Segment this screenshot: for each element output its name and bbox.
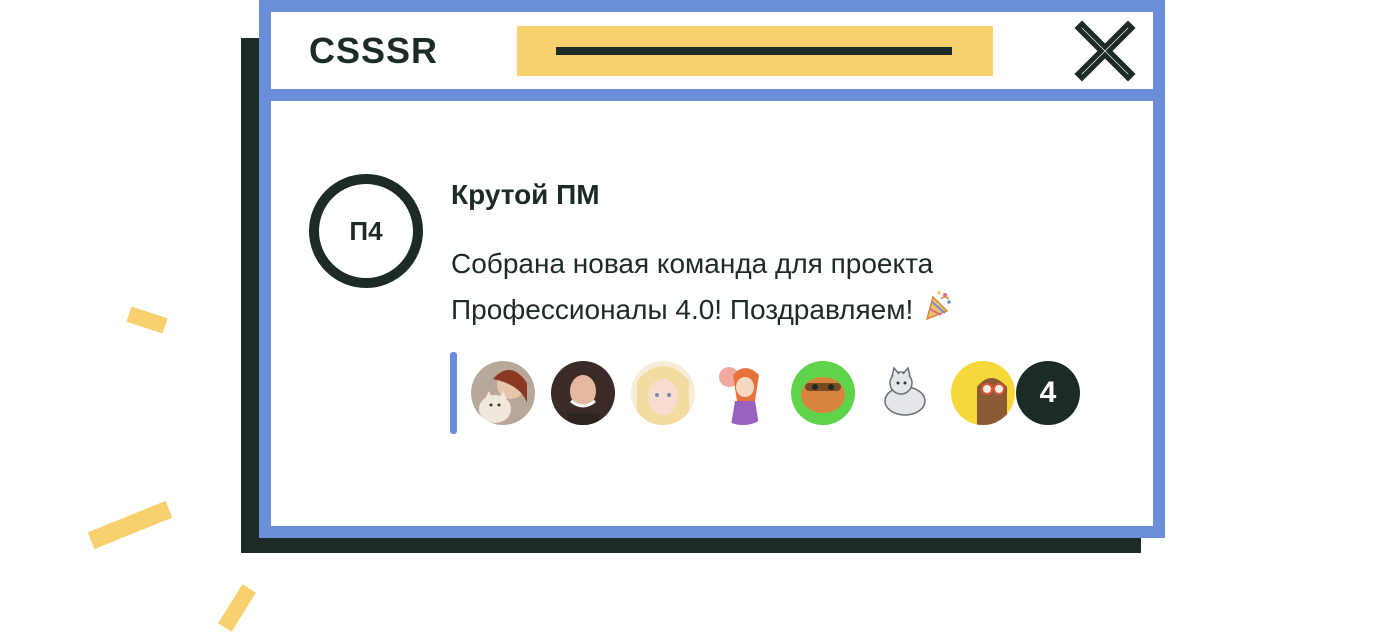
address-bar-line <box>556 47 952 55</box>
avatar-cartoon-cat <box>871 361 935 425</box>
author-name[interactable]: Крутой ПМ <box>451 179 600 211</box>
confetti-strip <box>87 500 173 550</box>
member-avatar[interactable] <box>871 361 935 425</box>
avatar-cartoon-capybara <box>791 361 855 425</box>
close-button[interactable] <box>1074 20 1136 82</box>
avatar-woman-blonde <box>631 361 695 425</box>
message-text: Собрана новая команда для проекта Профес… <box>451 241 1071 335</box>
member-avatar[interactable] <box>471 361 535 425</box>
party-popper-icon <box>921 289 953 335</box>
member-avatar[interactable] <box>551 361 615 425</box>
group-avatar[interactable]: П4 <box>309 174 423 288</box>
member-list-accent-bar <box>450 352 457 434</box>
avatar-woman-cat <box>471 361 535 425</box>
avatar-woman-dark-hair <box>551 361 615 425</box>
message-line: Собрана новая команда для проекта <box>451 248 934 279</box>
member-avatar[interactable] <box>791 361 855 425</box>
avatar-cartoon-mouse <box>711 361 775 425</box>
confetti-strip <box>218 584 256 632</box>
message-line: Профессионалы 4.0! Поздравляем! <box>451 287 1071 335</box>
avatar-cartoon-bear <box>951 361 1015 425</box>
member-avatar[interactable] <box>951 361 1015 425</box>
csssr-logo: CSSSR <box>309 30 439 71</box>
more-members-count[interactable]: 4 <box>1016 361 1080 425</box>
member-avatar[interactable] <box>711 361 775 425</box>
group-avatar-text: П4 <box>349 215 383 246</box>
title-bar: CSSSR <box>271 12 1153 89</box>
confetti-strip <box>126 306 168 334</box>
message-panel: П4 Крутой ПМ Собрана новая команда для п… <box>271 101 1153 526</box>
app-window: CSSSR П4 Крутой ПМ Собрана новая команда… <box>259 0 1165 538</box>
member-avatar[interactable] <box>631 361 695 425</box>
close-icon <box>1074 20 1136 82</box>
